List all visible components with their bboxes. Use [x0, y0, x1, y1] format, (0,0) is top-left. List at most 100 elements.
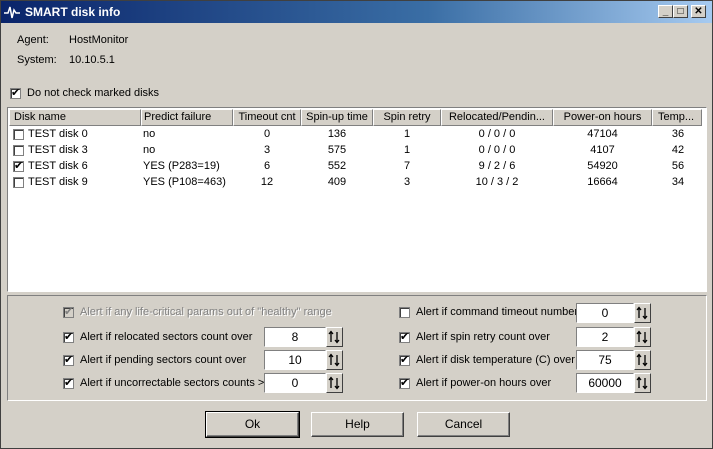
disk-row-checkbox[interactable]: [13, 159, 24, 172]
relocated-threshold-input[interactable]: 8: [264, 327, 326, 347]
disk-spin-retry: 1: [403, 128, 411, 140]
pulse-icon: [4, 6, 20, 19]
close-button[interactable]: ✕: [691, 5, 706, 18]
pending-threshold-input[interactable]: 10: [264, 350, 326, 370]
disk-row-checkbox[interactable]: [13, 129, 24, 140]
uncorrectable-alert-label: Alert if uncorrectable sectors counts >: [80, 377, 265, 389]
relocated-alert-checkbox[interactable]: [63, 330, 74, 343]
disk-spin-up-time: 136: [327, 128, 347, 140]
spin-retry-alert-checkbox[interactable]: [399, 330, 410, 343]
power-on-threshold-spinner[interactable]: 60000: [576, 373, 652, 393]
disk-spin-up-time: 409: [327, 176, 347, 188]
disk-spin-up-time: 552: [327, 160, 347, 172]
spin-retry-threshold-spinner[interactable]: 2: [576, 327, 652, 347]
system-value: 10.10.5.1: [69, 54, 115, 66]
disk-power-on-hours: 4107: [590, 144, 615, 156]
spin-arrows-icon: [328, 330, 340, 344]
pending-alert-checkbox[interactable]: [63, 353, 74, 366]
disk-spin-retry: 3: [403, 176, 411, 188]
spin-retry-spin-button[interactable]: [634, 327, 651, 347]
spin-arrows-icon: [636, 353, 648, 367]
minimize-icon: _: [662, 6, 669, 17]
relocated-threshold-spinner[interactable]: 8: [264, 327, 344, 347]
maximize-button[interactable]: □: [673, 5, 688, 18]
cancel-button[interactable]: Cancel: [417, 412, 510, 437]
ok-button[interactable]: Ok: [205, 411, 300, 438]
disk-power-on-hours: 54920: [587, 160, 618, 172]
life-critical-label: Alert if any life-critical params out of…: [80, 306, 332, 318]
cmd-timeout-alert-label: Alert if command timeout number: [416, 306, 579, 318]
column-header-timeout-cnt[interactable]: Timeout cnt: [233, 109, 301, 126]
disk-timeout-cnt: 12: [260, 176, 274, 188]
close-icon: ✕: [694, 6, 703, 17]
disk-temperature: 42: [671, 144, 685, 156]
uncorrectable-spin-button[interactable]: [326, 373, 343, 393]
cmd-timeout-spin-button[interactable]: [634, 303, 651, 323]
agent-label: Agent:: [17, 34, 49, 46]
column-header-temperature[interactable]: Temp...: [652, 109, 702, 126]
disk-name[interactable]: TEST disk 0: [28, 126, 88, 142]
temperature-alert-checkbox[interactable]: [399, 353, 410, 366]
disk-row-checkbox[interactable]: [13, 145, 24, 156]
disk-spin-retry: 7: [403, 160, 411, 172]
disk-name[interactable]: TEST disk 9: [28, 174, 88, 190]
disk-timeout-cnt: 0: [263, 128, 271, 140]
disk-timeout-cnt: 3: [263, 144, 271, 156]
cmd-timeout-threshold-input[interactable]: 0: [576, 303, 634, 323]
disk-power-on-hours: 16664: [587, 176, 618, 188]
temperature-alert-label: Alert if disk temperature (C) over: [416, 354, 575, 366]
help-button[interactable]: Help: [311, 412, 404, 437]
disk-spin-up-time: 575: [327, 144, 347, 156]
disk-predict-failure: YES (P283=19): [143, 160, 220, 172]
power-on-alert-checkbox[interactable]: [399, 376, 410, 389]
disk-name[interactable]: TEST disk 6: [28, 158, 88, 174]
title-bar[interactable]: SMART disk info _ □ ✕: [1, 1, 712, 23]
power-on-threshold-input[interactable]: 60000: [576, 373, 634, 393]
disk-relocated: 10 / 3 / 2: [475, 176, 519, 188]
column-header-predict-failure[interactable]: Predict failure: [141, 109, 233, 126]
temperature-spin-button[interactable]: [634, 350, 651, 370]
relocated-spin-button[interactable]: [326, 327, 343, 347]
disk-predict-failure: YES (P108=463): [143, 176, 226, 188]
temperature-threshold-spinner[interactable]: 75: [576, 350, 652, 370]
disk-temperature: 36: [671, 128, 685, 140]
power-on-alert-label: Alert if power-on hours over: [416, 377, 552, 389]
maximize-icon: □: [677, 6, 684, 17]
pending-alert-label: Alert if pending sectors count over: [80, 354, 247, 366]
pending-spin-button[interactable]: [326, 350, 343, 370]
uncorrectable-alert-checkbox[interactable]: [63, 376, 74, 389]
disk-spin-retry: 1: [403, 144, 411, 156]
spin-retry-alert-label: Alert if spin retry count over: [416, 331, 550, 343]
disk-relocated: 0 / 0 / 0: [478, 144, 516, 156]
disk-power-on-hours: 47104: [587, 128, 618, 140]
window-title: SMART disk info: [25, 5, 121, 19]
disk-name[interactable]: TEST disk 3: [28, 142, 88, 158]
spin-arrows-icon: [328, 376, 340, 390]
cmd-timeout-alert-checkbox[interactable]: [399, 307, 410, 318]
uncorrectable-threshold-input[interactable]: 0: [264, 373, 326, 393]
minimize-button[interactable]: _: [658, 5, 673, 18]
system-label: System:: [17, 54, 57, 66]
relocated-alert-label: Alert if relocated sectors count over: [80, 331, 253, 343]
disk-timeout-cnt: 6: [263, 160, 271, 172]
column-header-disk-name[interactable]: Disk name: [9, 109, 141, 126]
do-not-check-label: Do not check marked disks: [27, 87, 160, 99]
column-header-spin-retry[interactable]: Spin retry: [373, 109, 441, 126]
column-header-spin-up-time[interactable]: Spin-up time: [301, 109, 373, 126]
disk-list[interactable]: Disk name Predict failure Timeout cnt Sp…: [7, 107, 707, 292]
spin-retry-threshold-input[interactable]: 2: [576, 327, 634, 347]
do-not-check-checkbox[interactable]: [10, 86, 21, 99]
spin-arrows-icon: [636, 306, 648, 320]
column-header-relocated[interactable]: Relocated/Pendin...: [441, 109, 553, 126]
life-critical-checkbox[interactable]: [63, 305, 74, 318]
agent-value: HostMonitor: [69, 34, 129, 46]
pending-threshold-spinner[interactable]: 10: [264, 350, 344, 370]
temperature-threshold-input[interactable]: 75: [576, 350, 634, 370]
disk-temperature: 34: [671, 176, 685, 188]
cmd-timeout-threshold-spinner[interactable]: 0: [576, 303, 652, 323]
disk-row-checkbox[interactable]: [13, 177, 24, 188]
uncorrectable-threshold-spinner[interactable]: 0: [264, 373, 344, 393]
power-on-spin-button[interactable]: [634, 373, 651, 393]
spin-arrows-icon: [328, 353, 340, 367]
column-header-power-on-hours[interactable]: Power-on hours: [553, 109, 652, 126]
